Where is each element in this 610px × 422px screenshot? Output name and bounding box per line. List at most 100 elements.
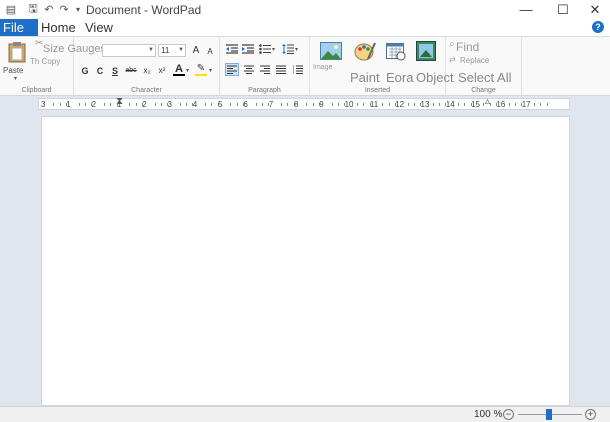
select-all-button[interactable]: Select All (458, 70, 511, 85)
customize-quick-access-icon[interactable]: ▾ (71, 2, 85, 16)
superscript-button[interactable]: x² (156, 64, 168, 77)
font-color-button[interactable]: A (173, 63, 185, 76)
zoom-level: 100 % (474, 409, 503, 420)
document-page[interactable] (41, 116, 570, 406)
close-button[interactable]: ✕ (578, 0, 610, 19)
highlight-button[interactable]: ✎ (195, 63, 207, 76)
underline-button[interactable]: S (109, 64, 121, 77)
increase-indent-icon[interactable] (242, 43, 254, 55)
ruler-number: 4 (192, 100, 198, 109)
wordpad-icon[interactable]: ▤ (4, 2, 18, 16)
paste-dropdown-icon[interactable]: ▾ (14, 75, 17, 82)
align-right-icon[interactable] (258, 63, 272, 76)
ruler-number: 15 (471, 100, 480, 109)
zoom-slider-thumb[interactable] (546, 409, 552, 420)
date-time-button[interactable]: Eora (386, 70, 413, 85)
grow-font-button[interactable]: A (190, 44, 202, 57)
ruler-tick (515, 103, 517, 106)
replace-button[interactable]: Replace (460, 56, 489, 65)
subscript-button[interactable]: x₂ (141, 64, 153, 77)
status-bar: 100 % − + (0, 406, 610, 422)
document-workspace (0, 112, 610, 406)
editing-group: ⌕ Find ⇄ Replace Select All Change (446, 37, 522, 96)
ruler-tick (110, 103, 112, 106)
chevron-down-icon[interactable]: ▾ (209, 67, 212, 74)
ruler-tick (413, 103, 415, 106)
save-icon[interactable]: 🖫 (26, 2, 40, 16)
picture-button[interactable]: Image (313, 64, 332, 71)
ruler-tick (382, 103, 384, 106)
justify-icon[interactable] (274, 63, 288, 76)
ruler-tick (458, 103, 460, 106)
align-center-icon[interactable] (242, 63, 256, 76)
help-icon[interactable]: ? (592, 21, 604, 33)
font-name-combo[interactable]: ▼ (102, 44, 156, 57)
picture-icon[interactable] (320, 41, 342, 61)
chevron-down-icon[interactable]: ▾ (186, 67, 189, 74)
paint-drawing-button[interactable]: Paint (350, 70, 380, 85)
ruler-tick (312, 103, 314, 106)
redo-icon[interactable]: ↷ (57, 2, 71, 16)
line-spacing-icon[interactable] (282, 43, 294, 55)
font-size-value: 11 (161, 46, 170, 55)
zoom-out-button[interactable]: − (503, 409, 514, 420)
ruler-number: 10 (344, 100, 354, 109)
find-button[interactable]: Find (456, 40, 479, 54)
italic-button[interactable]: C (94, 64, 106, 77)
ruler-number: 11 (369, 100, 379, 109)
ruler-tick (53, 103, 55, 106)
paragraph-group: ▾ ▾ Paragraph (220, 37, 310, 96)
font-size-combo[interactable]: 11 ▼ (158, 44, 186, 57)
maximize-button[interactable]: ☐ (546, 0, 580, 19)
ruler-tick (262, 103, 264, 106)
ruler-tick (546, 103, 548, 106)
bold-button[interactable]: G (79, 64, 91, 77)
ruler-tick (78, 103, 80, 106)
undo-icon[interactable]: ↶ (42, 2, 56, 16)
paste-button[interactable]: Paste (3, 66, 23, 75)
title-bar: ▤ 🖫 ↶ ↷ ▾ Document - WordPad — ☐ ✕ (0, 0, 610, 19)
chevron-down-icon[interactable]: ▾ (295, 46, 298, 53)
replace-icon[interactable]: ⇄ (449, 55, 456, 64)
zoom-in-button[interactable]: + (585, 409, 596, 420)
ruler-tick (439, 103, 441, 106)
ruler-number: 9 (319, 100, 324, 109)
ruler-number: 16 (496, 100, 506, 109)
ribbon-tabs: File Home View ? (0, 19, 610, 36)
paste-icon[interactable] (6, 41, 28, 63)
paint-drawing-icon[interactable] (354, 41, 376, 61)
ruler-number: 17 (521, 100, 531, 109)
ruler-number: 13 (420, 100, 430, 109)
paragraph-settings-icon[interactable] (291, 63, 305, 76)
ruler-number: 5 (218, 100, 223, 109)
date-time-icon[interactable] (386, 41, 406, 61)
chevron-down-icon[interactable]: ▾ (272, 46, 275, 53)
insert-object-icon[interactable] (416, 41, 436, 61)
tab-home[interactable]: Home (38, 19, 79, 36)
ruler-tick (464, 103, 466, 106)
ruler-number: 2 (91, 100, 97, 109)
find-icon[interactable]: ⌕ (449, 39, 455, 50)
chevron-down-icon: ▼ (178, 47, 184, 53)
chevron-down-icon: ▼ (148, 47, 154, 53)
ruler-tick (489, 103, 491, 106)
minimize-button[interactable]: — (509, 0, 543, 19)
ruler-tick (483, 103, 485, 106)
ruler-tick (508, 103, 510, 106)
ruler-tick (407, 103, 409, 106)
shrink-font-button[interactable]: A (205, 46, 215, 57)
insert-group: Image Paint Eora Object Inserted (310, 37, 454, 96)
ruler-tick (154, 103, 156, 106)
ruler-tick (306, 103, 308, 106)
tab-file[interactable]: File (0, 19, 38, 36)
ruler-number: 8 (294, 100, 299, 109)
copy-button[interactable]: Th Copy (30, 57, 60, 66)
decrease-indent-icon[interactable] (226, 43, 238, 55)
strikethrough-button[interactable]: abc (124, 64, 138, 77)
horizontal-ruler[interactable]: ⧗ ▵ 3 1 2 1 2 3 4 5 6 7 8 9 10 11 12 13 14 15 16 17 (38, 96, 570, 110)
align-left-icon[interactable] (225, 63, 239, 76)
ruler-tick (331, 103, 333, 106)
ruler-tick (135, 103, 137, 106)
bullet-list-icon[interactable] (259, 43, 271, 55)
tab-view[interactable]: View (82, 19, 116, 36)
